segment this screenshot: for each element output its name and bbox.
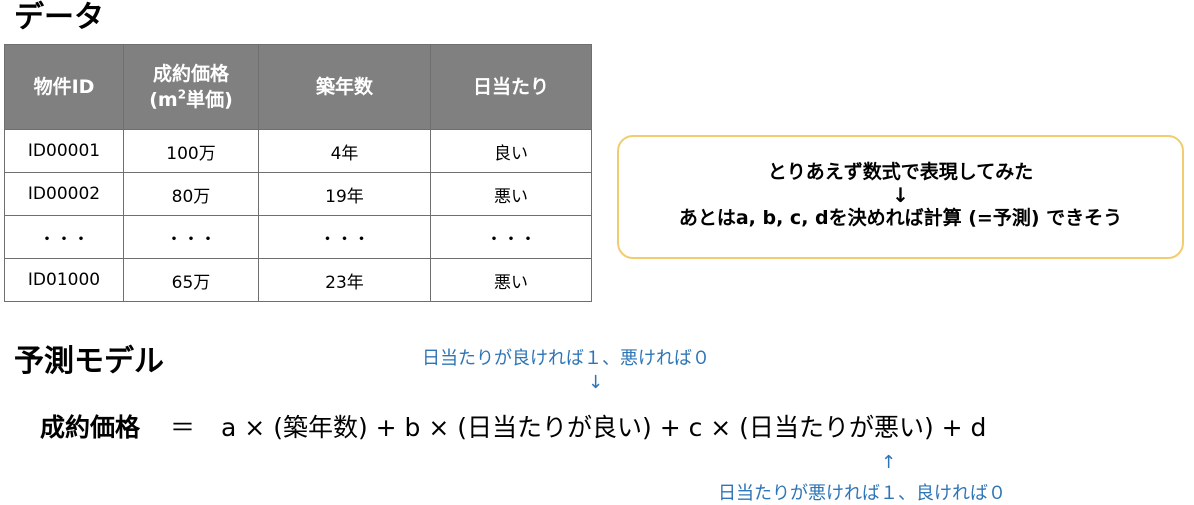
cell-price: 80万 — [123, 172, 259, 216]
cell-age: 4年 — [258, 129, 431, 173]
down-arrow-icon: ↓ — [588, 372, 604, 393]
table-row: ID01000 65万 23年 悪い — [4, 258, 592, 302]
table-row: ID00001 100万 4年 良い — [4, 129, 592, 173]
cell-sunlight: 悪い — [430, 258, 592, 302]
header-contract-price-line1: 成約価格 — [152, 63, 229, 85]
cell-price: 65万 — [123, 258, 259, 302]
cell-price: 100万 — [123, 129, 259, 173]
formula-lhs: 成約価格 — [40, 413, 141, 442]
cell-property-id: ID00001 — [4, 129, 124, 173]
table-row-ellipsis: ・・・ ・・・ ・・・ ・・・ — [4, 215, 592, 259]
header-building-age: 築年数 — [258, 44, 431, 130]
cell-ellipsis: ・・・ — [258, 215, 431, 259]
cell-ellipsis: ・・・ — [430, 215, 592, 259]
cell-age: 19年 — [258, 172, 431, 216]
summary-note-box: とりあえず数式で表現してみた ↓ あとはa, b, c, dを決めれば計算 (=… — [617, 135, 1184, 259]
cell-age: 23年 — [258, 258, 431, 302]
cell-sunlight: 良い — [430, 129, 592, 173]
down-arrow-icon: ↓ — [892, 183, 909, 207]
header-unit-superscript: 2 — [177, 87, 187, 102]
formula-equals: ＝ — [170, 413, 196, 442]
bad-sunlight-note: 日当たりが悪ければ１、良ければ０ — [718, 483, 1006, 504]
prediction-formula: 成約価格 ＝ a × (築年数) + b × (日当たりが良い) + c × (日当… — [40, 408, 986, 448]
property-data-table: 物件ID 成約価格 (m2単価) 築年数 日当たり ID00001 100万 4… — [4, 44, 592, 302]
data-section-title: データ — [14, 0, 104, 35]
good-sunlight-note: 日当たりが良ければ１、悪ければ０ — [422, 348, 710, 369]
header-property-id: 物件ID — [4, 44, 124, 130]
cell-sunlight: 悪い — [430, 172, 592, 216]
summary-note-line2: あとはa, b, c, dを決めれば計算 (=予測) できそう — [678, 207, 1123, 229]
cell-property-id: ID00002 — [4, 172, 124, 216]
cell-ellipsis: ・・・ — [4, 215, 124, 259]
summary-note-line1: とりあえず数式で表現してみた — [767, 161, 1034, 183]
table-row: ID00002 80万 19年 悪い — [4, 172, 592, 216]
cell-property-id: ID01000 — [4, 258, 124, 302]
formula-rhs: a × (築年数) + b × (日当たりが良い) + c × (日当たりが悪い… — [221, 413, 987, 442]
table-header-row: 物件ID 成約価格 (m2単価) 築年数 日当たり — [4, 44, 592, 130]
header-contract-price: 成約価格 (m2単価) — [123, 44, 259, 130]
model-section-title: 予測モデル — [14, 344, 164, 379]
cell-ellipsis: ・・・ — [123, 215, 259, 259]
up-arrow-icon: ↑ — [881, 452, 897, 473]
header-unit-close: 単価) — [186, 89, 233, 111]
header-unit-open: (m — [149, 89, 178, 111]
header-sunlight: 日当たり — [430, 44, 592, 130]
